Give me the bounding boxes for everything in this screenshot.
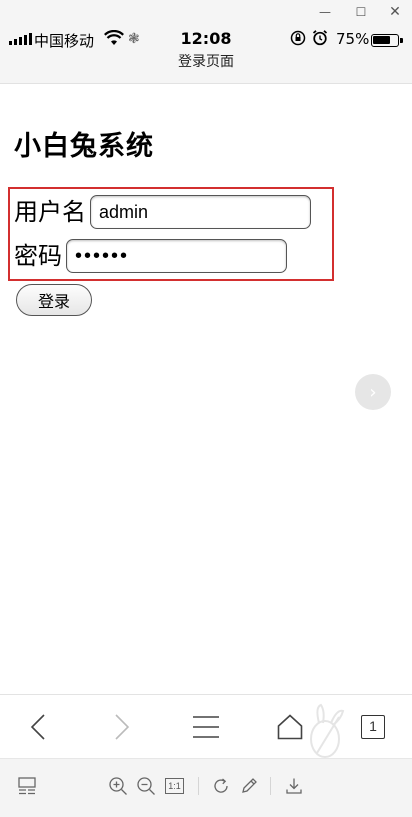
refresh-icon[interactable] <box>210 775 232 797</box>
password-row: 密码 <box>14 239 287 273</box>
system-title: 小白兔系统 <box>14 131 154 162</box>
hamburger-menu-icon <box>193 716 219 738</box>
alarm-icon <box>312 29 328 50</box>
username-row: 用户名 <box>14 195 311 229</box>
battery-percentage: 75% <box>336 30 370 48</box>
window-titlebar: — ☐ ✕ <box>0 0 412 24</box>
home-icon <box>277 714 303 740</box>
tool-bar: 1:1 <box>0 758 412 817</box>
rotation-lock-icon <box>290 30 306 50</box>
bottom-navigation: 1 <box>0 694 412 758</box>
chevron-left-icon <box>30 714 45 740</box>
status-bar: 中国移动 ❃ 12:08 75% <box>0 24 412 54</box>
minimize-icon[interactable]: — <box>314 2 336 22</box>
layout-icon[interactable] <box>16 775 38 797</box>
home-button[interactable] <box>270 695 310 759</box>
login-form-highlight: 用户名 密码 <box>8 187 334 281</box>
page-title: 登录页面 <box>0 54 412 84</box>
page-content: 小白兔系统 用户名 密码 登录 › <box>0 84 412 694</box>
forward-button[interactable] <box>104 695 140 759</box>
username-input[interactable] <box>90 195 311 229</box>
toolbar-divider <box>198 777 199 795</box>
rabbit-mascot-icon <box>310 703 345 758</box>
chevron-right-icon: › <box>369 381 377 403</box>
password-label: 密码 <box>14 242 62 270</box>
menu-button[interactable] <box>186 695 226 759</box>
close-icon[interactable]: ✕ <box>384 2 406 22</box>
download-icon[interactable] <box>283 775 305 797</box>
battery-icon <box>371 34 403 47</box>
actual-size-button[interactable]: 1:1 <box>165 778 184 794</box>
zoom-out-icon[interactable] <box>135 775 157 797</box>
username-label: 用户名 <box>14 198 86 226</box>
login-button[interactable]: 登录 <box>16 284 92 316</box>
maximize-icon[interactable]: ☐ <box>350 2 372 22</box>
next-page-button[interactable]: › <box>355 374 391 410</box>
tab-count: 1 <box>361 715 385 739</box>
chevron-right-icon <box>115 714 130 740</box>
tabs-button[interactable]: 1 <box>358 695 388 759</box>
password-input[interactable] <box>66 239 287 273</box>
toolbar-divider <box>270 777 271 795</box>
zoom-in-icon[interactable] <box>107 775 129 797</box>
edit-pencil-icon[interactable] <box>238 775 260 797</box>
back-button[interactable] <box>20 695 56 759</box>
